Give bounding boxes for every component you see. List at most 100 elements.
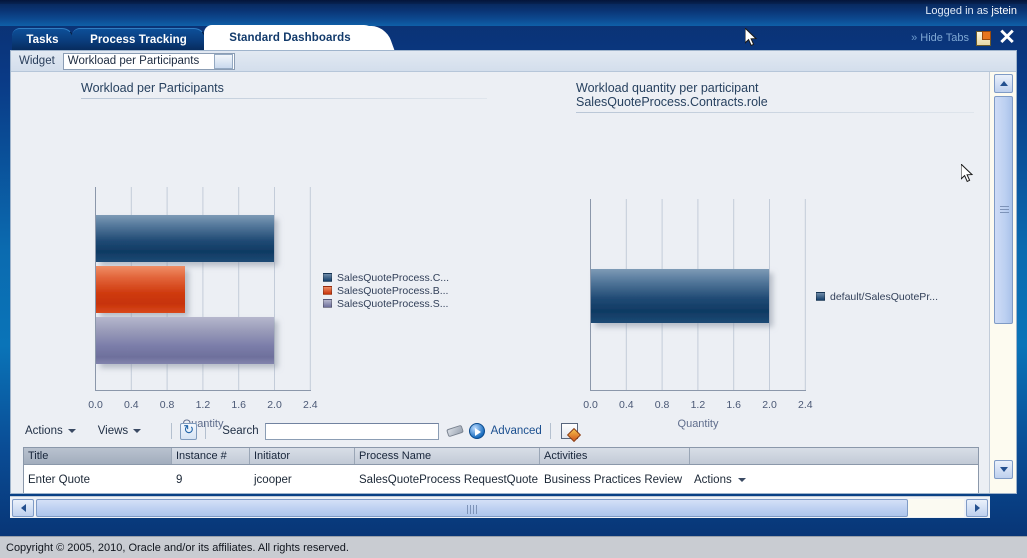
xtick-0: 0.0 xyxy=(583,399,598,411)
search-label: Search xyxy=(222,425,259,437)
toolbar-divider xyxy=(205,423,207,439)
task-toolbar: Actions Views Search Advanced xyxy=(11,417,991,445)
horizontal-scrollbar-track[interactable] xyxy=(36,498,964,517)
chevron-up-icon xyxy=(999,81,1008,86)
dashboard-panel: Widget Workload per Participants Workloa… xyxy=(10,50,1017,494)
cell-process-name: SalesQuoteProcess RequestQuote xyxy=(359,474,538,486)
legend-swatch-icon xyxy=(323,286,332,295)
xtick-1: 0.4 xyxy=(124,399,139,411)
tab-standard-dashboards[interactable]: Standard Dashboards xyxy=(204,26,376,50)
legend-label: SalesQuoteProcess.B... xyxy=(337,284,449,297)
cell-instance: 9 xyxy=(176,474,183,486)
widget-label: Widget xyxy=(19,55,55,67)
horizontal-scrollbar[interactable] xyxy=(10,496,990,518)
vertical-scrollbar[interactable] xyxy=(989,72,1016,493)
chevron-down-icon xyxy=(67,429,76,433)
column-header-title[interactable]: Title xyxy=(24,448,172,464)
copyright-text: Copyright © 2005, 2010, Oracle and/or it… xyxy=(6,541,349,554)
xtick-0: 0.0 xyxy=(88,399,103,411)
scroll-right-button[interactable] xyxy=(966,498,988,517)
table-row[interactable]: Enter Quote 9 jcooper SalesQuoteProcess … xyxy=(24,465,978,493)
chart-left-plot: 0.0 0.4 0.8 1.2 1.6 2.0 2.4 xyxy=(88,187,318,411)
go-play-icon[interactable] xyxy=(468,423,485,439)
scroll-left-button[interactable] xyxy=(12,498,34,517)
actions-menu-button[interactable]: Actions xyxy=(25,425,76,437)
saved-query-icon[interactable] xyxy=(560,423,578,439)
scroll-down-button[interactable] xyxy=(994,460,1013,479)
tab-strip: Tasks Process Tracking Standard Dashboar… xyxy=(0,26,1027,50)
horizontal-scrollbar-thumb[interactable] xyxy=(36,498,908,517)
legend-swatch-icon xyxy=(816,292,825,301)
tab-tasks[interactable]: Tasks xyxy=(12,28,74,50)
tab-process-tracking-label: Process Tracking xyxy=(90,33,187,46)
views-menu-button[interactable]: Views xyxy=(97,425,142,437)
xtick-3: 1.2 xyxy=(196,399,211,411)
chevron-down-icon xyxy=(737,478,746,482)
legend-label: SalesQuoteProcess.C... xyxy=(337,271,450,284)
widget-select[interactable]: Workload per Participants xyxy=(62,52,235,70)
bar-series-2 xyxy=(96,266,185,313)
chart-right-plot: 0.0 0.4 0.8 1.2 1.6 2.0 2.4 xyxy=(583,199,813,411)
legend-item[interactable]: SalesQuoteProcess.S... xyxy=(323,297,449,310)
legend-label: default/SalesQuotePr... xyxy=(830,290,938,303)
footer-bar: Copyright © 2005, 2010, Oracle and/or it… xyxy=(0,536,1027,558)
logged-in-label: Logged in as xyxy=(925,5,989,17)
chart-workload-quantity-per-participant: Workload quantity per participant SalesQ… xyxy=(516,72,986,430)
scroll-up-button[interactable] xyxy=(994,74,1013,93)
xtick-4: 1.6 xyxy=(726,399,741,411)
cell-initiator: jcooper xyxy=(254,474,292,486)
chevron-down-icon xyxy=(133,429,142,433)
chart-left-legend: SalesQuoteProcess.C... SalesQuoteProcess… xyxy=(323,271,449,310)
legend-item[interactable]: SalesQuoteProcess.C... xyxy=(323,271,449,284)
chevron-down-icon xyxy=(999,467,1008,472)
column-header-actions[interactable] xyxy=(690,448,978,464)
toolbar-divider xyxy=(171,423,173,439)
advanced-search-link[interactable]: Advanced xyxy=(491,425,542,437)
search-input[interactable] xyxy=(264,422,439,440)
cell-title: Enter Quote xyxy=(28,474,91,486)
task-table: Title Instance # Initiator Process Name … xyxy=(23,447,979,493)
column-header-process-name[interactable]: Process Name xyxy=(355,448,540,464)
xtick-5: 2.0 xyxy=(762,399,777,411)
tab-process-tracking[interactable]: Process Tracking xyxy=(72,28,206,50)
views-menu-label: Views xyxy=(97,425,129,437)
scrollbar-grip-icon xyxy=(467,504,477,514)
row-actions-menu-button[interactable]: Actions xyxy=(694,474,978,486)
legend-item[interactable]: default/SalesQuotePr... xyxy=(816,290,938,303)
toolbar-divider xyxy=(549,423,551,439)
top-banner: Logged in as jstein xyxy=(0,0,1027,26)
legend-item[interactable]: SalesQuoteProcess.B... xyxy=(323,284,449,297)
xtick-2: 0.8 xyxy=(160,399,175,411)
xtick-5: 2.0 xyxy=(267,399,282,411)
vertical-scrollbar-thumb[interactable] xyxy=(994,96,1013,324)
charts-region: Workload per Participants 0.0 0.4 0.8 1.… xyxy=(11,72,991,430)
sticky-note-icon[interactable] xyxy=(976,31,991,46)
column-header-instance[interactable]: Instance # xyxy=(172,448,250,464)
bar-series-3 xyxy=(96,317,274,364)
chevron-right-icon xyxy=(974,503,980,512)
widget-bar: Widget Workload per Participants xyxy=(11,51,1016,72)
chart-workload-per-participants: Workload per Participants 0.0 0.4 0.8 1.… xyxy=(19,72,499,430)
legend-label: SalesQuoteProcess.S... xyxy=(337,297,449,310)
tab-tasks-label: Tasks xyxy=(26,33,59,46)
xtick-6: 2.4 xyxy=(303,399,318,411)
hide-tabs-button[interactable]: » Hide Tabs xyxy=(911,32,969,44)
close-icon[interactable]: ✕ xyxy=(997,27,1017,48)
double-chevron-right-icon: » xyxy=(911,32,918,44)
task-list-region: Actions Views Search Advanced xyxy=(11,417,991,493)
row-actions-label: Actions xyxy=(694,474,732,486)
table-header-row: Title Instance # Initiator Process Name … xyxy=(24,448,978,465)
eraser-icon[interactable] xyxy=(445,423,463,439)
legend-swatch-icon xyxy=(323,299,332,308)
tab-standard-dashboards-label: Standard Dashboards xyxy=(229,32,351,44)
logged-in-status: Logged in as jstein xyxy=(925,5,1017,17)
application-window: Logged in as jstein Tasks Process Trackin… xyxy=(0,0,1027,558)
hide-tabs-label: Hide Tabs xyxy=(920,32,969,44)
column-header-activities[interactable]: Activities xyxy=(540,448,690,464)
legend-swatch-icon xyxy=(323,273,332,282)
column-header-initiator[interactable]: Initiator xyxy=(250,448,355,464)
refresh-icon[interactable] xyxy=(180,422,198,440)
xtick-3: 1.2 xyxy=(691,399,706,411)
chevron-left-icon xyxy=(20,503,26,512)
chevron-down-icon[interactable] xyxy=(213,53,233,69)
